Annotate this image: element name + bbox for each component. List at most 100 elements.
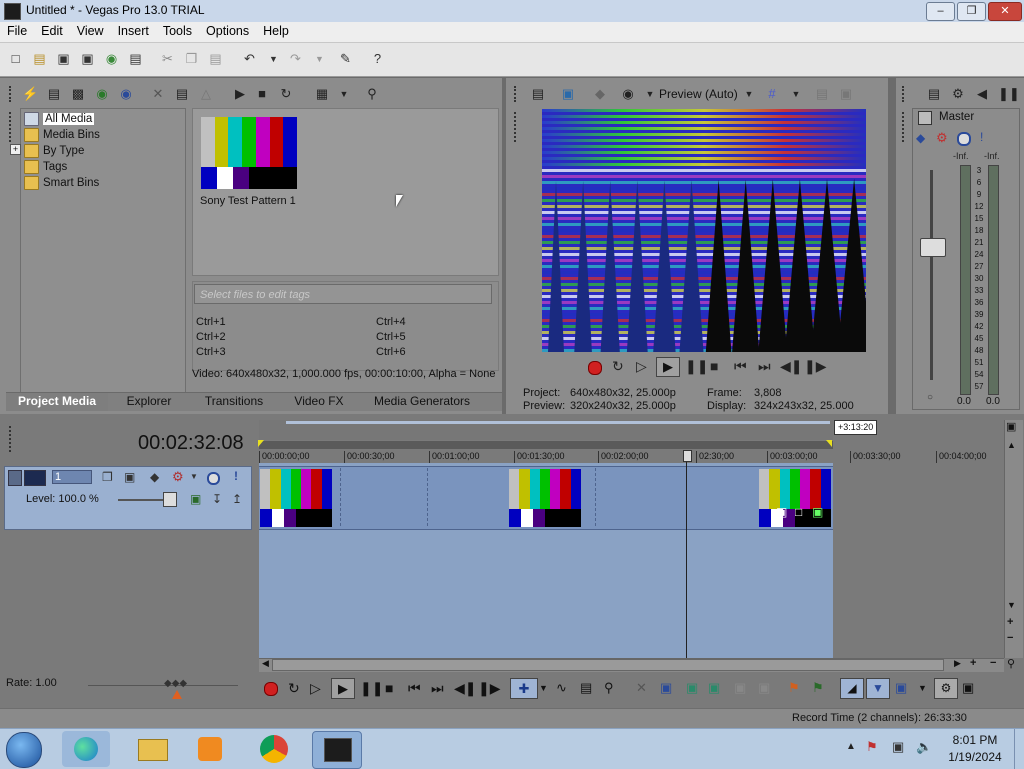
panel-grip[interactable] (9, 112, 15, 142)
timeline-go-to-start-icon[interactable]: ⏮ (408, 680, 421, 697)
render-icon[interactable]: ◉ (104, 52, 119, 66)
tab-media-generators[interactable]: Media Generators (362, 393, 482, 411)
copy-icon[interactable]: ❐ (184, 52, 199, 66)
pause-button[interactable]: ❚❚ (685, 358, 708, 375)
search-media-icon[interactable]: ⚲ (364, 86, 380, 102)
whats-this-help-icon[interactable]: ? (370, 52, 385, 66)
save-icon[interactable]: ▣ (56, 52, 71, 66)
event-pan-crop-icon[interactable]: ▣ (776, 505, 787, 519)
views-icon[interactable]: ▦ (314, 86, 330, 102)
next-frame-icon[interactable]: ❚▶ (804, 358, 827, 375)
taskbar-explorer[interactable] (128, 731, 176, 767)
tab-video-fx[interactable]: Video FX (280, 393, 358, 411)
collapse-keyframes-icon[interactable]: ↥ (232, 492, 242, 506)
auto-ripple-icon[interactable]: ▣ (895, 680, 907, 696)
insert-region-icon[interactable]: ⚑ (812, 680, 824, 696)
menu-help[interactable]: Help (256, 22, 296, 38)
horizontal-scroll-thumb[interactable] (272, 659, 944, 671)
close-button[interactable]: ✕ (988, 2, 1022, 21)
save-as-icon[interactable]: ▣ (80, 52, 95, 66)
stop-button[interactable]: ■ (710, 358, 718, 374)
panel-grip[interactable] (9, 426, 15, 452)
preview-quality-select[interactable]: Preview (Auto) (659, 87, 738, 101)
video-event-thumbnail[interactable] (260, 469, 333, 527)
track-motion-icon[interactable]: ❐ (102, 470, 113, 484)
tree-item-all-media[interactable]: All Media (24, 112, 95, 126)
previous-frame-icon[interactable]: ◀❚ (780, 358, 803, 375)
preview-properties-icon[interactable]: ▤ (530, 86, 546, 102)
tag-input[interactable]: Select files to edit tags (194, 284, 492, 304)
track-envelope-icon[interactable]: ▣ (190, 492, 201, 506)
panel-grip[interactable] (9, 86, 15, 102)
playhead-cursor[interactable] (686, 450, 687, 658)
new-project-icon[interactable]: □ (8, 52, 23, 66)
views-dropdown-icon[interactable]: ▼ (336, 86, 352, 102)
preview-quality-dropdown-icon[interactable]: ▼ (741, 86, 757, 102)
scroll-down-icon[interactable]: ▼ (1007, 600, 1016, 610)
edit-tool-dropdown-icon[interactable]: ▼ (539, 683, 548, 693)
mute-icon[interactable] (957, 132, 971, 146)
track-fx-icon[interactable]: ⚙ (172, 469, 184, 485)
get-media-icon[interactable]: ▩ (70, 86, 86, 102)
auto-preview-icon[interactable]: ▶ (232, 86, 248, 102)
zoom-in-horizontal-icon[interactable]: + (970, 657, 976, 669)
minimize-button[interactable]: – (926, 2, 955, 21)
preview-fx-icon[interactable]: ◉ (620, 86, 636, 102)
envelope-tool-icon[interactable]: ∿ (556, 680, 567, 696)
volume-icon[interactable]: 🔈 (916, 739, 932, 755)
replace-media-icon[interactable]: ◉ (118, 86, 134, 102)
parent-motion-icon[interactable]: ▣ (124, 470, 135, 484)
solo-icon[interactable]: ! (980, 130, 983, 144)
redo-dropdown-icon[interactable]: ▼ (312, 52, 327, 66)
overview-range[interactable] (286, 421, 830, 424)
compositing-icon[interactable]: ◆ (150, 470, 159, 484)
lock-envelopes-icon[interactable]: ⚙ (934, 678, 958, 699)
media-thumbnail[interactable] (201, 117, 298, 189)
timeline-next-frame-icon[interactable]: ❚▶ (478, 680, 501, 697)
tree-item-media-bins[interactable]: Media Bins (24, 128, 100, 142)
timeline-play-button[interactable]: ▶ (331, 678, 355, 699)
trim-start-icon[interactable]: ▣ (686, 680, 698, 696)
undo-dropdown-icon[interactable]: ▼ (266, 52, 281, 66)
delete-tool-icon[interactable]: ✕ (636, 680, 647, 696)
scroll-right-icon[interactable]: ▶ (954, 658, 961, 669)
taskbar-media-player[interactable] (186, 731, 234, 767)
insert-marker-icon[interactable]: ⚑ (788, 680, 800, 696)
maximize-button[interactable]: ❐ (957, 2, 986, 21)
insert-fx-icon[interactable]: ◆ (916, 131, 925, 145)
zoom-out-horizontal-icon[interactable]: − (990, 657, 996, 669)
panel-grip[interactable] (514, 112, 520, 142)
tree-item-smart-bins[interactable]: Smart Bins (24, 176, 99, 190)
menu-options[interactable]: Options (199, 22, 256, 38)
taskbar-edge[interactable] (62, 731, 110, 767)
video-event-thumbnail[interactable] (509, 469, 582, 527)
get-web-media-icon[interactable]: ◉ (94, 86, 110, 102)
trim-tool-icon[interactable]: ▣ (660, 680, 672, 696)
lock-icon[interactable]: ○ (927, 392, 933, 403)
tree-item-tags[interactable]: Tags (24, 160, 67, 174)
menu-edit[interactable]: Edit (34, 22, 70, 38)
event-fx-icon[interactable]: □ (795, 505, 802, 519)
copy-snapshot-icon[interactable]: ▤ (814, 86, 830, 102)
capture-video-icon[interactable]: ▤ (46, 86, 62, 102)
media-properties-icon[interactable]: ▤ (174, 86, 190, 102)
preview-fx-dropdown-icon[interactable]: ▼ (642, 86, 658, 102)
play-button[interactable]: ▶ (656, 357, 680, 377)
downmix-icon[interactable]: ⚙ (950, 86, 966, 102)
menu-file[interactable]: File (0, 22, 34, 38)
open-icon[interactable]: ▤ (32, 52, 47, 66)
tree-item-by-type[interactable]: + By Type (10, 144, 84, 158)
track-fx-dropdown-icon[interactable]: ▼ (190, 472, 198, 481)
timeline-pause-button[interactable]: ❚❚ (360, 680, 383, 697)
zoom-tool-icon[interactable]: ⚲ (1007, 657, 1015, 670)
clock-time[interactable]: 8:01 PM (952, 733, 998, 747)
auto-ripple-dropdown-icon[interactable]: ▼ (918, 683, 927, 693)
clock-date[interactable]: 1/19/2024 (944, 750, 1006, 764)
overlays-dropdown-icon[interactable]: ▼ (788, 86, 804, 102)
show-hidden-icons[interactable]: ▲ (846, 741, 856, 752)
brush-icon[interactable]: ✎ (338, 52, 353, 66)
lock-event-icon[interactable]: ▣ (758, 680, 770, 696)
track-solo-icon[interactable]: ! (234, 469, 238, 483)
go-to-start-icon[interactable]: ⏮ (734, 358, 747, 375)
master-fader-handle[interactable] (920, 238, 946, 257)
